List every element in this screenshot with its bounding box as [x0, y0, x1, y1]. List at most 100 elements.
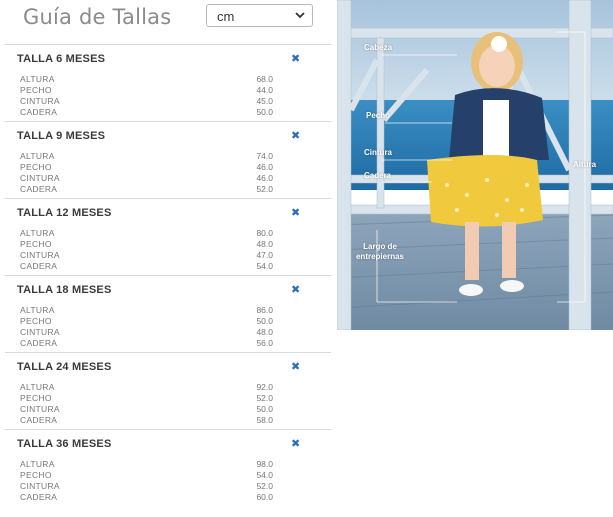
measurement-row: PECHO 44.0 [20, 85, 280, 96]
measurement-row: ALTURA 68.0 [20, 74, 280, 85]
page-title: Guía de Tallas [23, 5, 172, 29]
measurement-value: 48.0 [256, 239, 273, 249]
measurement-label: CADERA [20, 184, 58, 194]
measurement-label: CINTURA [20, 404, 60, 414]
measurement-label: PECHO [20, 470, 52, 480]
measurement-label: ALTURA [20, 151, 55, 161]
measurement-row: PECHO 52.0 [20, 393, 280, 404]
measurement-value: 54.0 [256, 261, 273, 271]
measurement-label: ALTURA [20, 305, 55, 315]
measurement-value: 50.0 [256, 316, 273, 326]
chevron-down-icon [295, 12, 305, 19]
size-block: TALLA 18 MESES ✖ ALTURA 86.0 PECHO 50.0 CINTUR… [5, 275, 331, 352]
size-title: TALLA 9 MESES [17, 130, 106, 142]
size-title: TALLA 36 MESES [17, 438, 112, 450]
close-x-icon[interactable]: ✖ [291, 285, 300, 296]
measurement-value: 48.0 [256, 327, 273, 337]
measurement-row: CADERA 52.0 [20, 184, 280, 195]
measurement-value: 92.0 [256, 382, 273, 392]
measurement-value: 98.0 [256, 459, 273, 469]
size-list: TALLA 6 MESES ✖ ALTURA 68.0 PECHO 44.0 CINTURA… [5, 44, 331, 506]
measurement-label: CADERA [20, 492, 58, 502]
measurement-label: PECHO [20, 239, 52, 249]
measurement-label: ALTURA [20, 74, 55, 84]
measurement-row: CADERA 60.0 [20, 492, 280, 503]
unit-select[interactable]: cm [206, 4, 313, 27]
size-block: TALLA 36 MESES ✖ ALTURA 98.0 PECHO 54.0 CINTUR… [5, 429, 331, 506]
close-x-icon[interactable]: ✖ [291, 54, 300, 65]
measurement-row: CINTURA 50.0 [20, 404, 280, 415]
measurement-value: 45.0 [256, 96, 273, 106]
size-title: TALLA 12 MESES [17, 207, 112, 219]
close-x-icon[interactable]: ✖ [291, 362, 300, 373]
measurement-value: 44.0 [256, 85, 273, 95]
measurement-label: PECHO [20, 162, 52, 172]
measurement-row: CINTURA 47.0 [20, 250, 280, 261]
measurement-value: 68.0 [256, 74, 273, 84]
measurement-value: 50.0 [256, 404, 273, 414]
measurement-row: PECHO 50.0 [20, 316, 280, 327]
measurement-row: CADERA 54.0 [20, 261, 280, 272]
measurement-value: 86.0 [256, 305, 273, 315]
measurement-row: CADERA 50.0 [20, 107, 280, 118]
measurement-rows: ALTURA 74.0 PECHO 46.0 CINTURA 46.0 CADERA 52.0 [20, 151, 280, 195]
close-x-icon[interactable]: ✖ [291, 208, 300, 219]
measurement-label: ALTURA [20, 459, 55, 469]
measurement-label: CINTURA [20, 481, 60, 491]
measurement-label: CINTURA [20, 96, 60, 106]
size-block: TALLA 6 MESES ✖ ALTURA 68.0 PECHO 44.0 CINTURA… [5, 44, 331, 121]
measurement-value: 52.0 [256, 481, 273, 491]
measurement-value: 46.0 [256, 173, 273, 183]
measurement-row: ALTURA 74.0 [20, 151, 280, 162]
measurement-label: PECHO [20, 316, 52, 326]
measurement-rows: ALTURA 86.0 PECHO 50.0 CINTURA 48.0 CADERA 56.0 [20, 305, 280, 349]
label-largo-entrepiernas: Largo de entrepiernas [355, 242, 405, 261]
measurement-row: CADERA 56.0 [20, 338, 280, 349]
measurement-row: PECHO 48.0 [20, 239, 280, 250]
size-block: TALLA 12 MESES ✖ ALTURA 80.0 PECHO 48.0 CINTUR… [5, 198, 331, 275]
label-cabeza: Cabeza [364, 43, 393, 52]
measurement-photo: Cabeza Pecho Cintura Cadera Altura Largo… [337, 0, 613, 330]
label-cintura: Cintura [364, 148, 392, 157]
label-pecho: Pecho [366, 111, 391, 120]
close-x-icon[interactable]: ✖ [291, 131, 300, 142]
measurement-value: 50.0 [256, 107, 273, 117]
label-altura: Altura [573, 160, 597, 169]
size-block: TALLA 24 MESES ✖ ALTURA 92.0 PECHO 52.0 CINTUR… [5, 352, 331, 429]
measurement-value: 46.0 [256, 162, 273, 172]
measurement-rows: ALTURA 68.0 PECHO 44.0 CINTURA 45.0 CADERA 50.0 [20, 74, 280, 118]
measurement-rows: ALTURA 92.0 PECHO 52.0 CINTURA 50.0 CADERA 58.0 [20, 382, 280, 426]
measurement-label: CINTURA [20, 250, 60, 260]
size-title: TALLA 24 MESES [17, 361, 112, 373]
measurement-row: CINTURA 46.0 [20, 173, 280, 184]
measurement-row: CINTURA 52.0 [20, 481, 280, 492]
label-cadera: Cadera [364, 171, 392, 180]
measurement-value: 60.0 [256, 492, 273, 502]
measurement-value: 52.0 [256, 184, 273, 194]
close-x-icon[interactable]: ✖ [291, 439, 300, 450]
measurement-value: 47.0 [256, 250, 273, 260]
measurement-value: 56.0 [256, 338, 273, 348]
measurement-label: CADERA [20, 338, 58, 348]
measurement-value: 80.0 [256, 228, 273, 238]
size-guide-header: Guía de Tallas cm [0, 0, 330, 44]
measurement-value: 74.0 [256, 151, 273, 161]
measurement-label: CADERA [20, 415, 58, 425]
measurement-rows: ALTURA 98.0 PECHO 54.0 CINTURA 52.0 CADERA 60.0 [20, 459, 280, 503]
measurement-label: PECHO [20, 393, 52, 403]
measurement-row: ALTURA 98.0 [20, 459, 280, 470]
measurement-label: CADERA [20, 261, 58, 271]
measurement-row: ALTURA 86.0 [20, 305, 280, 316]
unit-select-value: cm [217, 9, 235, 24]
measurement-label: PECHO [20, 85, 52, 95]
measurement-label: CADERA [20, 107, 58, 117]
measurement-row: ALTURA 80.0 [20, 228, 280, 239]
measurement-row: ALTURA 92.0 [20, 382, 280, 393]
measurement-value: 52.0 [256, 393, 273, 403]
measurement-row: CINTURA 45.0 [20, 96, 280, 107]
size-block: TALLA 9 MESES ✖ ALTURA 74.0 PECHO 46.0 CINTURA… [5, 121, 331, 198]
measurement-label: ALTURA [20, 382, 55, 392]
measurement-label: CINTURA [20, 173, 60, 183]
measurement-row: CADERA 58.0 [20, 415, 280, 426]
measurement-rows: ALTURA 80.0 PECHO 48.0 CINTURA 47.0 CADERA 54.0 [20, 228, 280, 272]
